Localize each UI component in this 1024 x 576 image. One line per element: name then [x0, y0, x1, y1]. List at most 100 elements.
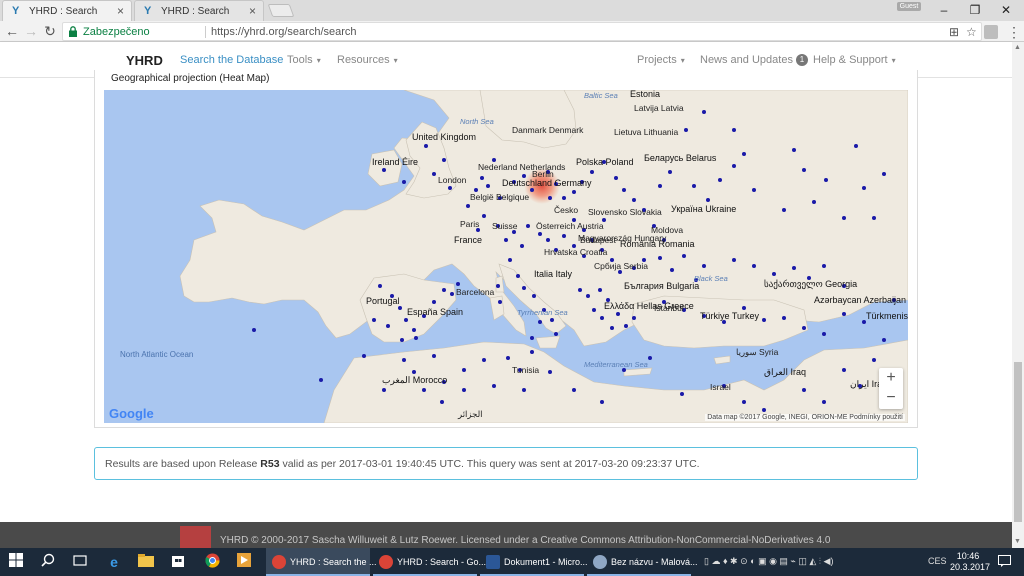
language-indicator[interactable]: CES	[928, 556, 947, 566]
sample-marker[interactable]	[586, 294, 590, 298]
nav-resources[interactable]: Resources ▾	[337, 54, 398, 66]
tray-icons[interactable]: ▯ ☁ ♦ ✱ ⊙ ◐ ▣ ◉ ▤ ⌁ ◫ ◭ ⫶ ◀)	[704, 556, 833, 567]
sample-marker[interactable]	[762, 408, 766, 412]
sample-marker[interactable]	[762, 318, 766, 322]
sample-marker[interactable]	[702, 264, 706, 268]
sample-marker[interactable]	[480, 176, 484, 180]
sample-marker[interactable]	[882, 338, 886, 342]
sample-marker[interactable]	[882, 172, 886, 176]
sample-marker[interactable]	[732, 128, 736, 132]
sample-marker[interactable]	[516, 274, 520, 278]
sample-marker[interactable]	[822, 400, 826, 404]
taskbar-app-chrome-1[interactable]: YHRD : Search the ...	[266, 548, 377, 576]
sample-marker[interactable]	[782, 316, 786, 320]
sample-marker[interactable]	[382, 388, 386, 392]
sample-marker[interactable]	[520, 244, 524, 248]
chrome-icon[interactable]	[202, 553, 222, 571]
sample-marker[interactable]	[782, 208, 786, 212]
sample-marker[interactable]	[732, 164, 736, 168]
nav-tools[interactable]: Tools ▾	[287, 54, 321, 66]
sample-marker[interactable]	[252, 328, 256, 332]
heat-map[interactable]: North Sea Baltic Sea Black Sea Tyrrhenia…	[104, 90, 908, 423]
sample-marker[interactable]	[742, 306, 746, 310]
taskbar-app-paint[interactable]: Bez názvu - Malová...	[587, 548, 698, 576]
sample-marker[interactable]	[402, 358, 406, 362]
sample-marker[interactable]	[632, 198, 636, 202]
edge-icon[interactable]: e	[104, 553, 124, 571]
sample-marker[interactable]	[548, 196, 552, 200]
sample-marker[interactable]	[404, 318, 408, 322]
sample-marker[interactable]	[842, 312, 846, 316]
sample-marker[interactable]	[412, 370, 416, 374]
back-icon[interactable]: ←	[4, 23, 20, 39]
sample-marker[interactable]	[530, 350, 534, 354]
guest-profile-badge[interactable]: Guest	[897, 2, 921, 11]
sample-marker[interactable]	[562, 234, 566, 238]
sample-marker[interactable]	[822, 332, 826, 336]
media-player-icon[interactable]	[234, 553, 254, 571]
translate-icon[interactable]: ⊞	[949, 25, 959, 39]
sample-marker[interactable]	[578, 288, 582, 292]
sample-marker[interactable]	[442, 288, 446, 292]
sample-marker[interactable]	[862, 186, 866, 190]
sample-marker[interactable]	[718, 178, 722, 182]
sample-marker[interactable]	[854, 144, 858, 148]
forward-icon[interactable]: →	[23, 23, 39, 39]
sample-marker[interactable]	[412, 328, 416, 332]
nav-news-updates[interactable]: News and Updates 1	[700, 54, 808, 66]
sample-marker[interactable]	[772, 272, 776, 276]
sample-marker[interactable]	[682, 254, 686, 258]
sample-marker[interactable]	[466, 204, 470, 208]
new-tab-button[interactable]	[267, 4, 295, 17]
sample-marker[interactable]	[530, 188, 534, 192]
sample-marker[interactable]	[668, 170, 672, 174]
sample-marker[interactable]	[792, 266, 796, 270]
scroll-down-icon[interactable]: ▼	[1014, 538, 1021, 545]
minimize-icon[interactable]: –	[933, 2, 955, 18]
sample-marker[interactable]	[319, 378, 323, 382]
nav-search-database[interactable]: Search the Database	[180, 54, 283, 66]
taskbar-app-word[interactable]: Dokument1 - Micro...	[480, 548, 588, 576]
scroll-up-icon[interactable]: ▲	[1014, 44, 1021, 51]
restore-icon[interactable]: ❐	[964, 2, 986, 18]
browser-menu-icon[interactable]: ⋮	[1007, 24, 1021, 41]
sample-marker[interactable]	[732, 258, 736, 262]
system-clock[interactable]: 10:46 20.3.2017	[950, 551, 990, 573]
sample-marker[interactable]	[522, 286, 526, 290]
sample-marker[interactable]	[548, 370, 552, 374]
sample-marker[interactable]	[382, 168, 386, 172]
sample-marker[interactable]	[448, 186, 452, 190]
sample-marker[interactable]	[482, 358, 486, 362]
sample-marker[interactable]	[462, 368, 466, 372]
windows-start-icon[interactable]	[6, 553, 26, 571]
sample-marker[interactable]	[842, 216, 846, 220]
tab-close-icon[interactable]: ×	[117, 4, 124, 18]
url-text[interactable]: https://yhrd.org/search/search	[211, 26, 357, 38]
sample-marker[interactable]	[802, 326, 806, 330]
zoom-in-button[interactable]: +	[879, 368, 903, 388]
sample-marker[interactable]	[386, 324, 390, 328]
sample-marker[interactable]	[532, 294, 536, 298]
site-logo[interactable]: YHRD	[126, 53, 163, 68]
scroll-thumb[interactable]	[1014, 362, 1022, 522]
sample-marker[interactable]	[378, 284, 382, 288]
sample-marker[interactable]	[648, 356, 652, 360]
map-attribution[interactable]: Data map ©2017 Google, INEGI, ORION-ME P…	[705, 414, 905, 421]
sample-marker[interactable]	[742, 400, 746, 404]
sample-marker[interactable]	[486, 184, 490, 188]
sample-marker[interactable]	[572, 388, 576, 392]
store-icon[interactable]	[168, 553, 188, 571]
sample-marker[interactable]	[792, 148, 796, 152]
sample-marker[interactable]	[450, 292, 454, 296]
sample-marker[interactable]	[546, 238, 550, 242]
nav-projects[interactable]: Projects ▾	[637, 54, 685, 66]
sample-marker[interactable]	[842, 368, 846, 372]
zoom-out-button[interactable]: −	[879, 388, 903, 408]
sample-marker[interactable]	[522, 388, 526, 392]
sample-marker[interactable]	[442, 158, 446, 162]
close-window-icon[interactable]: ✕	[995, 2, 1017, 18]
sample-marker[interactable]	[600, 400, 604, 404]
sample-marker[interactable]	[562, 196, 566, 200]
sample-marker[interactable]	[572, 190, 576, 194]
sample-marker[interactable]	[680, 392, 684, 396]
